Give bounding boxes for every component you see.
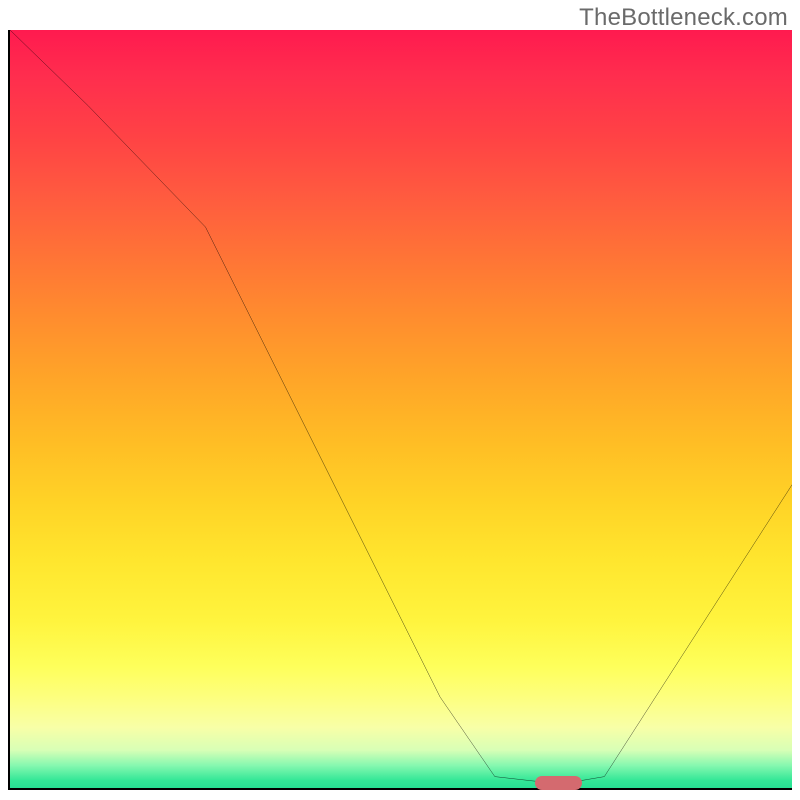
bottleneck-curve [10, 30, 792, 788]
watermark-text: TheBottleneck.com [579, 4, 788, 32]
plot-area [8, 30, 792, 790]
optimal-marker [535, 776, 582, 790]
